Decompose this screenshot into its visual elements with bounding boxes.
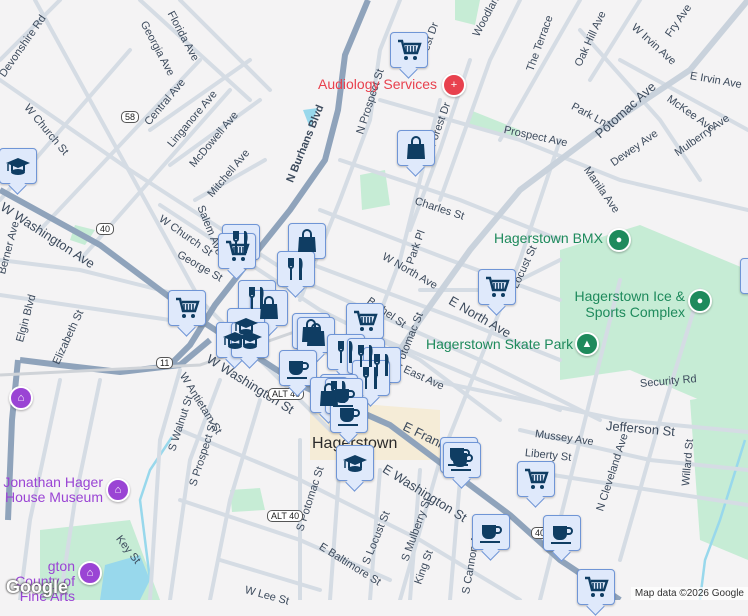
coffee-icon: [338, 408, 360, 426]
grocery-cart-marker[interactable]: [740, 258, 748, 294]
grocery-cart-icon: [176, 297, 200, 318]
grocery-cart-marker[interactable]: [346, 303, 384, 339]
coffee-marker[interactable]: [330, 397, 368, 433]
coffee-icon: [451, 453, 473, 471]
place-hagerstown-bmx[interactable]: Hagerstown BMX: [494, 230, 603, 246]
grocery-cart-marker[interactable]: [168, 290, 206, 326]
grocery-cart-icon: [585, 576, 609, 597]
shopping-bag-marker[interactable]: [288, 223, 326, 259]
coffee-marker[interactable]: [543, 515, 581, 551]
museum-icon[interactable]: ⌂: [9, 386, 33, 410]
place-skate-park[interactable]: Hagerstown Skate Park: [426, 336, 573, 352]
place-jonathan-hager-house[interactable]: Jonathan Hager House Museum: [3, 475, 103, 505]
shopping-bag-marker[interactable]: [397, 130, 435, 166]
coffee-marker[interactable]: [443, 442, 481, 478]
hospital-icon[interactable]: +: [442, 73, 466, 97]
restaurant-icon: [363, 367, 378, 389]
route-shield: 58: [121, 111, 140, 123]
tree-icon[interactable]: ▲: [575, 332, 599, 356]
restaurant-icon: [288, 258, 303, 280]
education-marker[interactable]: [231, 322, 269, 358]
place-audiology-services[interactable]: Audiology Services: [318, 76, 437, 92]
park-area: [560, 225, 748, 420]
map-attribution[interactable]: Map data ©2026 Google: [630, 587, 748, 600]
education-marker[interactable]: [0, 148, 37, 184]
grocery-cart-icon: [486, 276, 510, 297]
education-icon: [238, 332, 262, 349]
route-shield: ALT 40: [267, 510, 304, 522]
google-logo: Google: [6, 577, 68, 597]
park-area: [690, 390, 748, 560]
grocery-cart-marker[interactable]: [517, 461, 555, 497]
education-icon: [6, 158, 30, 175]
route-shield: 11: [156, 357, 174, 369]
coffee-icon: [480, 525, 502, 543]
education-icon: [343, 455, 367, 472]
grocery-cart-icon: [354, 310, 378, 331]
restaurant-marker[interactable]: [277, 251, 315, 287]
park-pin-icon[interactable]: ●: [688, 289, 712, 313]
grocery-cart-icon: [226, 240, 250, 261]
shopping-bag-icon: [307, 323, 325, 346]
shopping-bag-icon: [407, 136, 425, 159]
museum-icon[interactable]: ⌂: [106, 478, 130, 502]
route-shield: 40: [96, 223, 115, 235]
coffee-icon: [287, 361, 309, 379]
grocery-cart-marker[interactable]: [478, 269, 516, 305]
coffee-icon: [551, 526, 573, 544]
place-ice-sports-complex[interactable]: Hagerstown Ice & Sports Complex: [573, 288, 686, 320]
museum-icon[interactable]: ⌂: [78, 561, 102, 585]
education-marker[interactable]: [336, 445, 374, 481]
grocery-cart-icon: [398, 39, 422, 60]
grocery-cart-marker[interactable]: [390, 32, 428, 68]
grocery-cart-icon: [525, 468, 549, 489]
park-pin-icon[interactable]: ●: [607, 228, 631, 252]
coffee-marker[interactable]: [472, 514, 510, 550]
shopping-bag-icon: [260, 296, 278, 319]
shopping-bag-icon: [298, 229, 316, 252]
park-area: [230, 488, 265, 512]
